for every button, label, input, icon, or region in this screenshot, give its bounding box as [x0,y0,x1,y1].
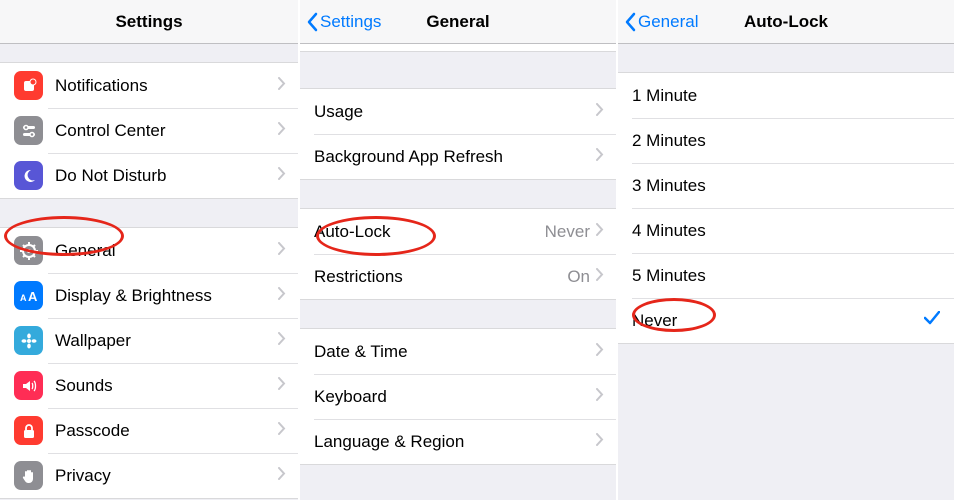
option-never[interactable]: Never [618,298,954,343]
row-label: General [55,241,278,261]
chevron-right-icon [596,388,604,406]
chevron-right-icon [278,287,286,305]
back-button[interactable]: General [624,0,698,44]
row-label: Wallpaper [55,331,278,351]
general-group-1: Usage Background App Refresh [300,88,616,180]
row-label: Sounds [55,376,278,396]
row-restrictions[interactable]: Restrictions On [300,254,616,299]
row-passcode[interactable]: Passcode [0,408,298,453]
chevron-right-icon [278,122,286,140]
back-button[interactable]: Settings [306,0,381,44]
option-5-minutes[interactable]: 5 Minutes [618,253,954,298]
chevron-left-icon [306,12,318,32]
chevron-right-icon [596,148,604,166]
chevron-right-icon [596,433,604,451]
nav-title: General [426,12,489,32]
autolock-options: 1 Minute 2 Minutes 3 Minutes 4 Minutes 5… [618,72,954,344]
row-wallpaper[interactable]: Wallpaper [0,318,298,363]
row-label: Restrictions [314,267,567,287]
row-sounds[interactable]: Sounds [0,363,298,408]
row-label: Do Not Disturb [55,166,278,186]
general-group-3: Date & Time Keyboard Language & Region [300,328,616,465]
chevron-right-icon [596,103,604,121]
settings-group-1: Notifications Control Center Do Not Dist… [0,62,298,199]
general-pane: Settings General Usage Background App Re… [300,0,618,500]
row-value: On [567,267,590,287]
row-label: Notifications [55,76,278,96]
chevron-right-icon [278,167,286,185]
chevron-right-icon [278,77,286,95]
general-group-2: Auto-Lock Never Restrictions On [300,208,616,300]
row-do-not-disturb[interactable]: Do Not Disturb [0,153,298,198]
row-general[interactable]: General [0,228,298,273]
row-label: 2 Minutes [632,131,954,151]
row-background-app-refresh[interactable]: Background App Refresh [300,134,616,179]
back-label: Settings [320,12,381,32]
option-2-minutes[interactable]: 2 Minutes [618,118,954,163]
row-label: 5 Minutes [632,266,954,286]
row-label: Auto-Lock [314,222,545,242]
option-3-minutes[interactable]: 3 Minutes [618,163,954,208]
row-date-time[interactable]: Date & Time [300,329,616,374]
svg-text:A: A [20,293,27,303]
navbar-autolock: General Auto-Lock [618,0,954,44]
row-label: Control Center [55,121,278,141]
partial-row-top [300,44,616,52]
row-label: Never [632,311,924,331]
row-label: Display & Brightness [55,286,278,306]
row-control-center[interactable]: Control Center [0,108,298,153]
row-notifications[interactable]: Notifications [0,63,298,108]
chevron-right-icon [596,343,604,361]
svg-text:A: A [28,289,38,303]
gear-icon [14,236,43,265]
row-label: Language & Region [314,432,596,452]
row-privacy[interactable]: Privacy [0,453,298,498]
chevron-right-icon [278,467,286,485]
notifications-icon [14,71,43,100]
row-label: Privacy [55,466,278,486]
chevron-right-icon [278,332,286,350]
row-auto-lock[interactable]: Auto-Lock Never [300,209,616,254]
row-value: Never [545,222,590,242]
lock-icon [14,416,43,445]
row-display-brightness[interactable]: AA Display & Brightness [0,273,298,318]
chevron-right-icon [596,223,604,241]
row-language-region[interactable]: Language & Region [300,419,616,464]
checkmark-icon [924,311,940,330]
settings-pane: Settings Notifications Control Center [0,0,300,500]
chevron-right-icon [596,268,604,286]
text-size-icon: AA [14,281,43,310]
chevron-right-icon [278,242,286,260]
control-center-icon [14,116,43,145]
chevron-left-icon [624,12,636,32]
option-4-minutes[interactable]: 4 Minutes [618,208,954,253]
row-usage[interactable]: Usage [300,89,616,134]
option-1-minute[interactable]: 1 Minute [618,73,954,118]
row-keyboard[interactable]: Keyboard [300,374,616,419]
moon-icon [14,161,43,190]
settings-group-2: General AA Display & Brightness Wallpape… [0,227,298,499]
row-label: Keyboard [314,387,596,407]
row-label: Date & Time [314,342,596,362]
row-label: Passcode [55,421,278,441]
chevron-right-icon [278,422,286,440]
back-label: General [638,12,698,32]
autolock-pane: General Auto-Lock 1 Minute 2 Minutes 3 M… [618,0,954,500]
navbar-settings: Settings [0,0,298,44]
flower-icon [14,326,43,355]
row-label: 4 Minutes [632,221,954,241]
hand-icon [14,461,43,490]
row-label: 3 Minutes [632,176,954,196]
nav-title: Auto-Lock [744,12,828,32]
speaker-icon [14,371,43,400]
chevron-right-icon [278,377,286,395]
row-label: Background App Refresh [314,147,596,167]
nav-title: Settings [115,12,182,32]
row-label: Usage [314,102,596,122]
row-label: 1 Minute [632,86,954,106]
navbar-general: Settings General [300,0,616,44]
